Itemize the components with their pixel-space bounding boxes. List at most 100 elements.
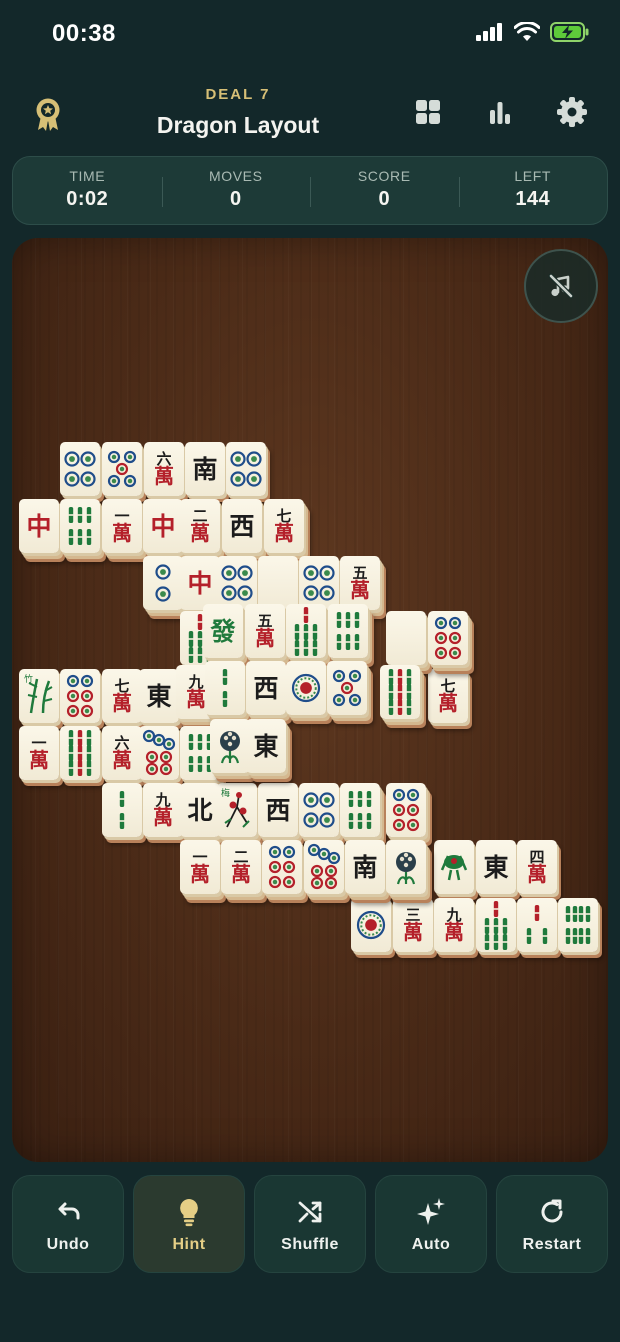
game-board: 六萬南竹七萬東七萬一萬六萬九萬東四萬三萬九萬中一萬中二萬西七萬中五萬九萬北梅西一… (12, 238, 608, 1162)
restart-icon (541, 1199, 563, 1223)
mahjong-tile[interactable]: 中 (143, 499, 183, 553)
stat-label: MOVES (208, 168, 263, 184)
mahjong-tile[interactable] (517, 898, 557, 952)
mahjong-tile[interactable]: 南 (345, 840, 385, 894)
deal-label: DEAL 7 (205, 86, 271, 103)
mahjong-tile[interactable] (226, 442, 266, 496)
mahjong-tile[interactable] (386, 840, 426, 894)
mahjong-tile[interactable]: 二萬 (221, 840, 261, 894)
stat-label: SCORE (357, 168, 411, 184)
mahjong-tile[interactable] (286, 604, 326, 658)
status-bar: 00:38 (0, 0, 620, 70)
mahjong-tile[interactable] (386, 783, 426, 837)
stat-score: SCORE 0 (310, 157, 459, 224)
stat-value: 0 (378, 188, 391, 210)
mahjong-tile[interactable] (558, 898, 598, 952)
mahjong-tile[interactable]: 七萬 (264, 499, 304, 553)
mahjong-tile[interactable] (380, 665, 420, 719)
mahjong-tile[interactable] (386, 611, 426, 665)
stat-label: TIME (69, 168, 106, 184)
music-muted-icon (548, 273, 574, 299)
wifi-icon (514, 22, 540, 41)
mahjong-tile[interactable] (262, 840, 302, 894)
mahjong-tile[interactable]: 梅 (217, 783, 257, 837)
mahjong-tile[interactable] (102, 442, 142, 496)
mahjong-tile[interactable] (299, 556, 339, 610)
status-time: 00:38 (52, 20, 116, 47)
stat-left: LEFT 144 (458, 157, 608, 224)
restart-label: Restart (522, 1236, 582, 1253)
statistics-button[interactable] (484, 96, 516, 128)
mahjong-tile[interactable] (299, 783, 339, 837)
mahjong-tile[interactable]: 西 (258, 783, 298, 837)
mahjong-tile[interactable] (258, 556, 298, 610)
mahjong-tile[interactable] (102, 783, 142, 837)
mahjong-tile[interactable]: 五萬 (245, 604, 285, 658)
bar-chart-icon (490, 102, 510, 124)
mahjong-tile[interactable] (210, 719, 250, 773)
undo-icon (58, 1202, 80, 1220)
layout-title: Dragon Layout (156, 112, 320, 138)
mahjong-tile[interactable]: 中 (180, 556, 220, 610)
mahjong-tile[interactable] (60, 726, 100, 780)
mahjong-tile[interactable]: 七萬 (428, 669, 468, 723)
cellular-signal-icon (476, 23, 502, 41)
mahjong-tile[interactable]: 東 (246, 719, 286, 773)
settings-button[interactable] (556, 96, 588, 128)
hint-label: Hint (172, 1236, 206, 1253)
stat-value: 144 (515, 188, 551, 210)
mahjong-tile[interactable] (428, 611, 468, 665)
mahjong-tile[interactable]: 六萬 (144, 442, 184, 496)
mahjong-tile[interactable] (205, 661, 245, 715)
mahjong-tile[interactable]: 四萬 (517, 840, 557, 894)
hint-button[interactable]: Hint (133, 1175, 245, 1273)
mahjong-tile[interactable] (327, 661, 367, 715)
status-icons (476, 22, 590, 42)
mahjong-tile[interactable]: 五萬 (340, 556, 380, 610)
battery-charging-icon (550, 22, 589, 42)
mahjong-tile[interactable] (286, 661, 326, 715)
stat-time: TIME 0:02 (13, 157, 162, 224)
mahjong-tile[interactable]: 二萬 (180, 499, 220, 553)
mahjong-tile[interactable]: 三萬 (393, 898, 433, 952)
mahjong-tile[interactable] (139, 726, 179, 780)
auto-button[interactable]: Auto (375, 1175, 487, 1273)
mahjong-tile[interactable]: 西 (246, 661, 286, 715)
restart-button[interactable]: Restart (496, 1175, 608, 1273)
mahjong-tile[interactable]: 發 (203, 604, 243, 658)
mahjong-tile[interactable]: 西 (222, 499, 262, 553)
layouts-button[interactable] (412, 96, 444, 128)
mahjong-tile[interactable]: 七萬 (102, 669, 142, 723)
mahjong-tile[interactable]: 東 (476, 840, 516, 894)
mahjong-tile[interactable] (143, 556, 183, 610)
mahjong-tile[interactable] (217, 556, 257, 610)
mahjong-tile[interactable]: 竹 (19, 669, 59, 723)
mahjong-tile[interactable] (351, 898, 391, 952)
mahjong-tile[interactable]: 一萬 (19, 726, 59, 780)
gear-icon (557, 97, 587, 127)
mahjong-tile[interactable] (340, 783, 380, 837)
mahjong-tile[interactable]: 南 (185, 442, 225, 496)
mahjong-tile[interactable] (60, 499, 100, 553)
mahjong-tile[interactable] (304, 840, 344, 894)
mahjong-tile[interactable]: 九萬 (434, 898, 474, 952)
mahjong-tile[interactable]: 北 (180, 783, 220, 837)
mahjong-tile[interactable] (60, 442, 100, 496)
mahjong-tile[interactable]: 一萬 (102, 499, 142, 553)
sound-toggle-button[interactable] (524, 249, 598, 323)
mahjong-tile[interactable]: 九萬 (143, 783, 183, 837)
toolbar: Undo Hint Shuffle Auto Restart (12, 1175, 608, 1273)
mahjong-tile[interactable] (434, 840, 474, 894)
grid-icon (416, 100, 440, 124)
mahjong-tile[interactable]: 六萬 (102, 726, 142, 780)
shuffle-button[interactable]: Shuffle (254, 1175, 366, 1273)
shuffle-label: Shuffle (281, 1236, 339, 1253)
mahjong-tile[interactable] (60, 669, 100, 723)
mahjong-tile[interactable] (476, 898, 516, 952)
mahjong-tile[interactable]: 東 (139, 669, 179, 723)
undo-button[interactable]: Undo (12, 1175, 124, 1273)
auto-label: Auto (411, 1236, 451, 1253)
mahjong-tile[interactable]: 一萬 (180, 840, 220, 894)
mahjong-tile[interactable]: 中 (19, 499, 59, 553)
mahjong-tile[interactable] (328, 604, 368, 658)
